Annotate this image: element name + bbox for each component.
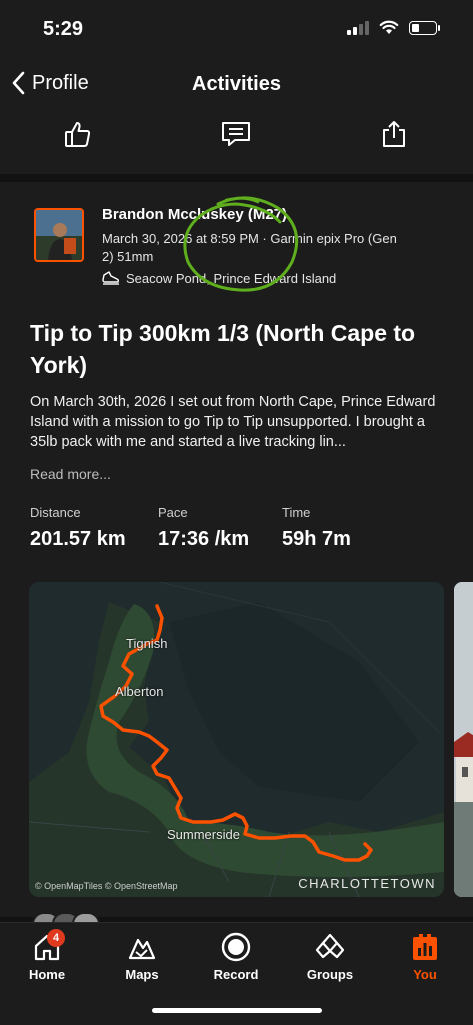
tab-label: Groups	[306, 967, 354, 982]
groups-icon	[310, 929, 350, 965]
stat-label: Pace	[158, 505, 188, 520]
stat-distance: Distance 201.57 km	[30, 505, 126, 551]
map-label-summerside: Summerside	[167, 827, 240, 842]
home-indicator	[152, 1008, 322, 1013]
comment-icon	[222, 122, 250, 146]
map-attribution: © OpenMapTiles © OpenStreetMap	[35, 881, 178, 891]
tab-label: Home	[28, 967, 66, 982]
tab-label: Record	[213, 967, 259, 982]
tab-label: Maps	[125, 967, 159, 982]
map-label-charlottetown: CHARLOTTETOWN	[298, 876, 436, 891]
annotation-circle	[183, 196, 299, 292]
thumbs-up-icon	[65, 122, 91, 147]
you-icon	[405, 929, 445, 965]
house-photo-icon	[454, 582, 473, 897]
share-icon	[383, 121, 405, 147]
activity-description: On March 30th, 2026 I set out from North…	[30, 394, 436, 450]
tab-label: You	[413, 967, 437, 982]
kudos-button[interactable]	[58, 114, 98, 154]
stat-value: 201.57 km	[30, 528, 126, 550]
athlete-photo-icon	[36, 210, 82, 260]
route-map[interactable]: Tignish Alberton Summerside CHARLOTTETOW…	[29, 582, 444, 897]
page-title: Activities	[192, 73, 281, 95]
map-label-tignish: Tignish	[126, 636, 168, 651]
activity-title[interactable]: Tip to Tip 300km 1/3 (North Cape to York…	[30, 317, 440, 381]
cellular-signal-icon	[347, 21, 369, 35]
wifi-icon	[379, 20, 399, 34]
tab-you[interactable]: You	[385, 929, 465, 982]
stat-time: Time 59h 7m	[282, 505, 351, 551]
status-icons	[347, 20, 440, 36]
notification-badge: 4	[47, 929, 65, 947]
status-bar: 5:29	[0, 0, 473, 60]
avatar[interactable]	[34, 208, 84, 262]
comment-button[interactable]	[216, 114, 256, 154]
map-label-alberton: Alberton	[115, 684, 164, 699]
navigation-bar: Profile Activities	[0, 60, 473, 110]
maps-icon	[122, 929, 162, 965]
status-time: 5:29	[43, 18, 84, 40]
tab-maps[interactable]: Maps	[102, 929, 182, 982]
stat-label: Time	[282, 505, 311, 520]
stat-pace: Pace 17:36 /km	[158, 505, 249, 551]
tab-record[interactable]: Record	[196, 929, 276, 982]
action-row	[0, 110, 473, 174]
stat-label: Distance	[30, 505, 81, 520]
read-more-link[interactable]: Read more...	[30, 466, 111, 482]
share-button[interactable]	[374, 114, 414, 154]
home-icon: 4	[27, 929, 67, 965]
photo-thumbnail[interactable]	[454, 582, 473, 897]
stat-value: 17:36 /km	[158, 528, 250, 550]
route-line	[99, 604, 373, 862]
record-icon	[216, 929, 256, 965]
battery-icon	[409, 21, 440, 35]
tab-groups[interactable]: Groups	[290, 929, 370, 982]
tab-home[interactable]: 4 Home	[7, 929, 87, 982]
running-shoe-icon	[102, 271, 120, 285]
stat-value: 59h 7m	[282, 528, 351, 550]
